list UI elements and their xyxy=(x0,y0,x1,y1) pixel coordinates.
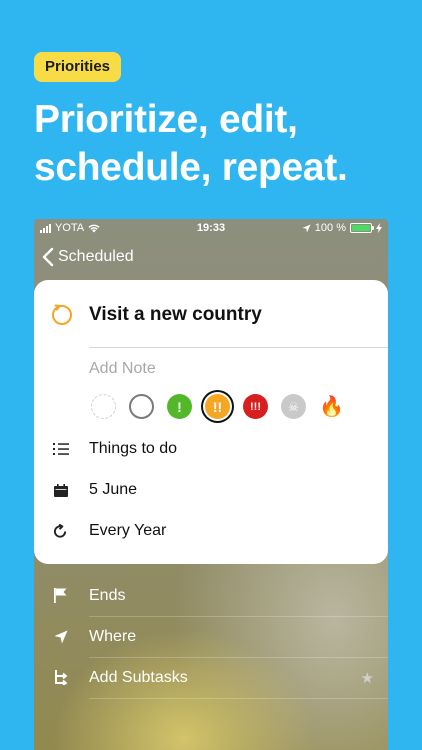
priority-critical-option[interactable]: !!! xyxy=(243,394,268,419)
ends-row[interactable]: Ends xyxy=(34,575,388,616)
priority-none-option[interactable] xyxy=(91,394,116,419)
fire-icon[interactable]: 🔥 xyxy=(319,394,344,419)
divider xyxy=(89,698,388,699)
where-row[interactable]: Where xyxy=(34,616,388,657)
flag-icon xyxy=(34,588,89,603)
battery-percent: 100 % xyxy=(314,222,346,234)
location-services-icon xyxy=(302,223,311,233)
calendar-icon xyxy=(34,483,89,497)
priority-selector: ! !! !!! ☠ 🔥 xyxy=(91,394,344,419)
priority-medium-option[interactable]: ! xyxy=(167,394,192,419)
headline: Prioritize, edit, schedule, repeat. xyxy=(34,96,404,192)
priority-high-option[interactable]: !! xyxy=(205,394,230,419)
repeat-label: Every Year xyxy=(89,522,167,539)
ends-label: Ends xyxy=(89,586,126,604)
list-label: Things to do xyxy=(89,440,178,457)
charging-bolt-icon xyxy=(376,223,382,233)
back-button[interactable]: Scheduled xyxy=(42,247,134,267)
list-icon xyxy=(34,443,89,455)
add-subtasks-row[interactable]: Add Subtasks ★ xyxy=(34,657,388,698)
battery-fill xyxy=(352,225,370,231)
back-label: Scheduled xyxy=(58,248,134,265)
headline-line-2: schedule, repeat. xyxy=(34,146,348,189)
category-badge: Priorities xyxy=(34,52,122,82)
list-row[interactable]: Things to do xyxy=(34,429,388,469)
repeat-icon xyxy=(34,523,89,539)
task-title[interactable]: Visit a new country xyxy=(89,304,262,326)
task-repeat-icon[interactable] xyxy=(50,302,74,326)
date-label: 5 June xyxy=(89,481,138,498)
phone-screen: YOTA 19:33 100 % Scheduled Visit a new c… xyxy=(34,219,388,750)
star-icon[interactable]: ★ xyxy=(361,669,374,687)
subtask-icon xyxy=(34,670,89,685)
task-detail-card: Visit a new country Add Note ! !! !!! ☠ … xyxy=(34,280,388,564)
add-note-field[interactable]: Add Note xyxy=(89,360,156,378)
date-row[interactable]: 5 June xyxy=(34,470,388,510)
priority-low-option[interactable] xyxy=(129,394,154,419)
divider xyxy=(89,347,388,348)
repeat-row[interactable]: Every Year xyxy=(34,511,388,551)
add-subtasks-label: Add Subtasks xyxy=(89,668,188,686)
skull-icon[interactable]: ☠ xyxy=(281,394,306,419)
status-bar: YOTA 19:33 100 % xyxy=(34,219,388,239)
battery-icon xyxy=(350,223,374,233)
location-arrow-icon xyxy=(34,630,89,644)
chevron-left-icon xyxy=(42,247,54,267)
where-label: Where xyxy=(89,627,137,645)
headline-line-1: Prioritize, edit, xyxy=(34,98,298,141)
